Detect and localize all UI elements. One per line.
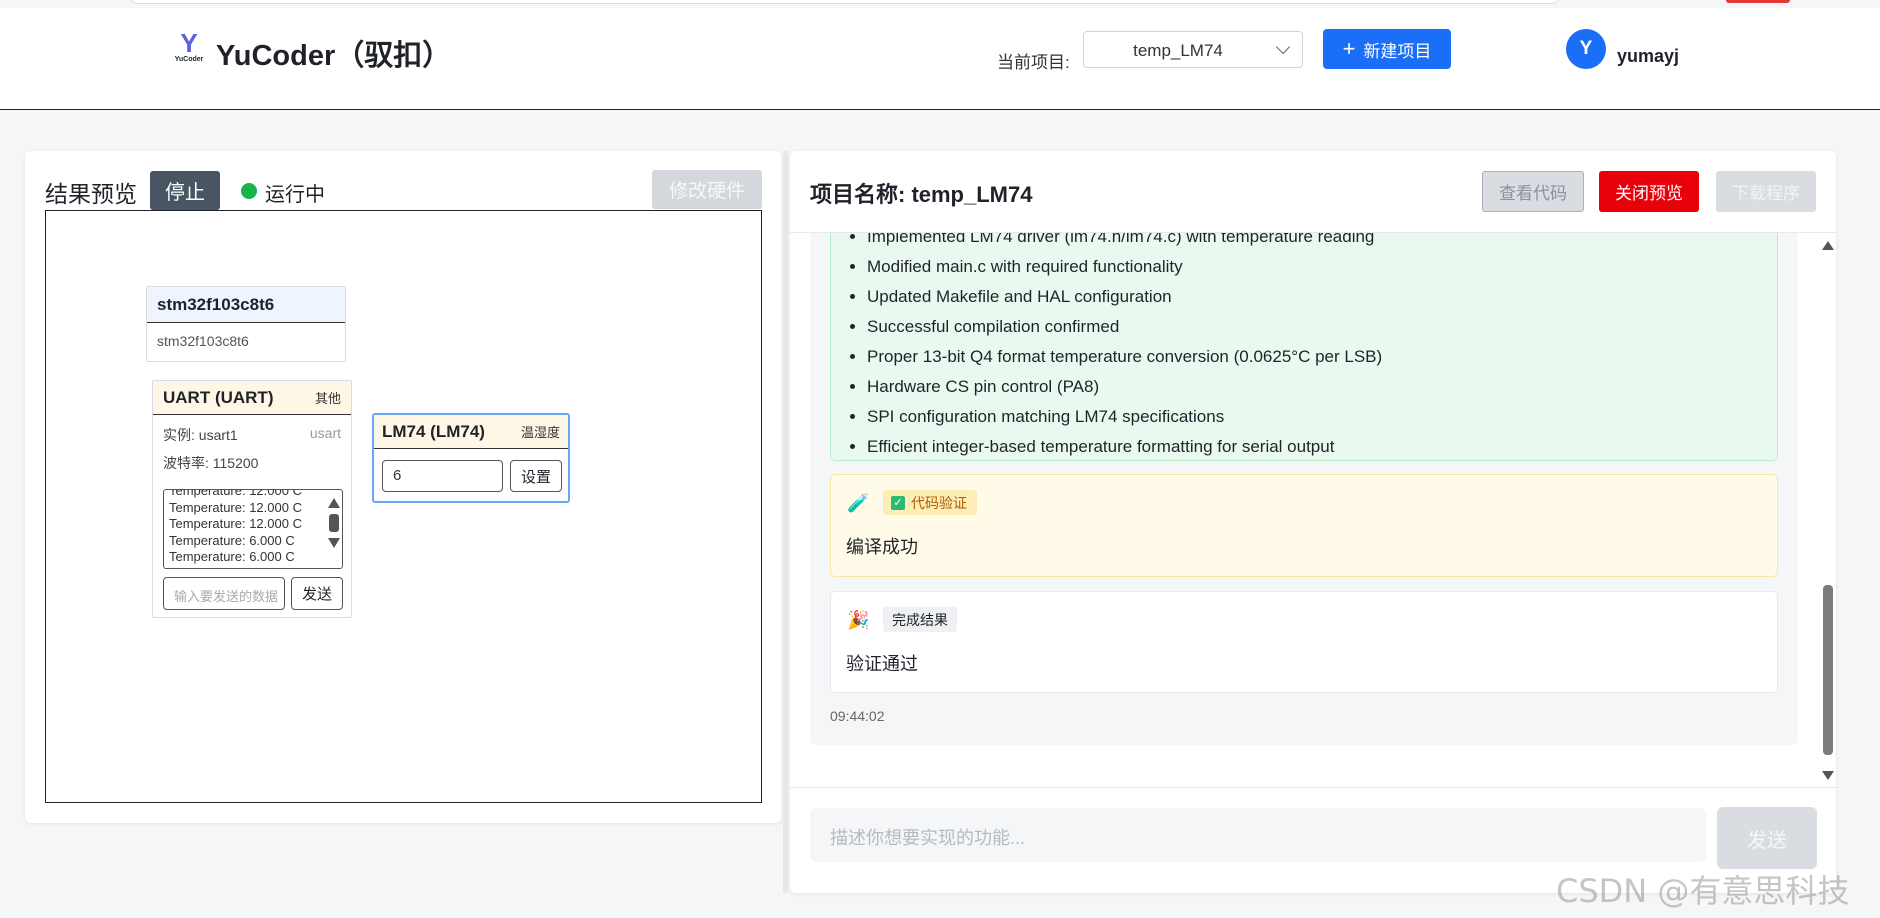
list-item: Efficient integer-based temperature form… [867,432,1382,462]
list-item: Updated Makefile and HAL configuration [867,282,1382,312]
message-timestamp: 09:44:02 [830,708,885,724]
scroll-up-icon[interactable] [1822,241,1834,250]
simulation-canvas[interactable]: stm32f103c8t6 stm32f103c8t6 UART (UART) … [45,210,762,803]
uart-instance-type: usart [309,425,341,441]
current-project-label: 当前项目: [997,53,1070,72]
code-verify-text: 编译成功 [846,537,918,557]
modify-hardware-button[interactable]: 修改硬件 [652,170,762,209]
project-chat-panel: 项目名称: temp_LM74 查看代码 关闭预览 下载程序 Implement… [790,151,1836,893]
top-red-accent [1726,0,1790,3]
code-verify-badge: ✓ 代码验证 [883,490,977,515]
new-project-button[interactable]: + 新建项目 [1323,29,1451,69]
list-item: Hardware CS pin control (PA8) [867,372,1382,402]
result-badge: 完成结果 [883,607,957,632]
top-search-bar-remnant [130,0,1560,4]
uart-node-tag: 其他 [314,391,341,406]
lm74-set-button[interactable]: 设置 [510,460,562,492]
log-line: Temperature: 6.000 C [169,549,295,564]
download-program-button[interactable]: 下载程序 [1716,171,1816,212]
chat-scrollbar[interactable] [1822,241,1834,781]
chevron-down-icon [1275,39,1291,55]
scroll-thumb[interactable] [1823,585,1833,755]
list-item: Modified main.c with required functional… [867,252,1382,282]
project-select-value: temp_LM74 [1133,41,1223,60]
username[interactable]: yumayj [1617,46,1679,67]
mcu-node-title: stm32f103c8t6 [147,287,345,323]
plus-icon: + [1342,36,1356,61]
log-line: Temperature: 6.000 C [169,532,295,548]
uart-instance-label: 实例: usart1 [163,427,238,443]
uart-log-lines: Temperature: 12.000 C Temperature: 12.00… [169,489,302,566]
summary-card: Implemented LM74 driver (lm74.h/lm74.c) … [830,233,1778,461]
scroll-up-icon[interactable] [328,498,340,508]
logo-y-mark: Y [180,28,198,58]
lm74-node[interactable]: LM74 (LM74) 温湿度 6 设置 [372,413,570,503]
checkbox-check-icon: ✓ [891,495,905,510]
uart-node[interactable]: UART (UART) 其他 实例: usart1 usart 波特率: 115… [152,380,352,618]
result-text: 验证通过 [846,654,918,674]
close-preview-button[interactable]: 关闭预览 [1599,171,1699,212]
list-item: Successful compilation confirmed [867,312,1382,342]
uart-send-input[interactable]: 输入要发送的数据 [163,577,285,610]
preview-title: 结果预览 [45,181,137,207]
test-tube-icon: 🧪 [847,493,870,513]
lm74-node-title: LM74 (LM74) [382,421,485,441]
uart-baud-label: 波特率: 115200 [163,455,259,471]
brand-title: YuCoder（驭扣） [216,40,452,72]
result-card: 🎉 完成结果 验证通过 [830,591,1778,693]
uart-baud-row: 波特率: 115200 [153,453,351,473]
uart-log-scrollbar[interactable] [328,498,340,562]
code-verify-card: 🧪 ✓ 代码验证 编译成功 [830,474,1778,577]
panel-resize-divider[interactable] [783,151,788,893]
party-popper-icon: 🎉 [847,610,870,630]
log-line: Temperature: 12.000 C [169,499,302,515]
logo-text: YuCoder [174,56,204,63]
uart-node-title: UART (UART) [163,387,274,407]
uart-node-header: UART (UART) 其他 [153,381,351,415]
lm74-value-input[interactable]: 6 [382,460,503,492]
brand-logo[interactable]: Y YuCoder [172,30,206,66]
code-verify-badge-label: 代码验证 [911,494,967,511]
log-line: Temperature: 12.000 C [169,516,302,531]
list-item: Proper 13-bit Q4 format temperature conv… [867,342,1382,372]
scroll-thumb[interactable] [329,514,339,532]
chat-input[interactable]: 描述你想要实现的功能... [810,808,1706,862]
scroll-down-icon[interactable] [1822,771,1834,780]
avatar[interactable]: Y [1566,29,1606,69]
new-project-label: 新建项目 [1363,41,1432,61]
running-status-dot [241,183,257,199]
result-preview-panel: 结果预览 停止 运行中 修改硬件 stm32f103c8t6 stm32f103… [25,151,781,823]
list-item: SPI configuration matching LM74 specific… [867,402,1382,432]
chat-messages[interactable]: Implemented LM74 driver (lm74.h/lm74.c) … [810,233,1798,745]
watermark: CSDN @有意思科技 [1556,872,1850,910]
uart-log-output[interactable]: Temperature: 12.000 C Temperature: 12.00… [163,489,343,569]
running-status-text: 运行中 [265,184,325,206]
project-title: 项目名称: temp_LM74 [810,182,1033,207]
project-select[interactable]: temp_LM74 [1083,31,1303,68]
uart-send-button[interactable]: 发送 [291,577,343,610]
mcu-node-body: stm32f103c8t6 [157,333,249,349]
uart-instance-row: 实例: usart1 usart [153,425,351,445]
stop-button[interactable]: 停止 [150,171,220,210]
project-header: 项目名称: temp_LM74 查看代码 关闭预览 下载程序 [790,151,1836,233]
lm74-node-tag: 温湿度 [520,425,560,440]
scroll-down-icon[interactable] [328,538,340,548]
log-line: Temperature: 12.000 C [169,489,302,498]
lm74-node-header: LM74 (LM74) 温湿度 [374,415,568,449]
chat-send-button[interactable]: 发送 [1717,807,1817,869]
list-item: Implemented LM74 driver (lm74.h/lm74.c) … [867,233,1382,252]
summary-list: Implemented LM74 driver (lm74.h/lm74.c) … [867,233,1382,462]
mcu-node[interactable]: stm32f103c8t6 stm32f103c8t6 [146,286,346,362]
app-header: Y YuCoder YuCoder（驭扣） 当前项目: temp_LM74 + … [0,8,1880,110]
view-code-button[interactable]: 查看代码 [1482,171,1584,212]
